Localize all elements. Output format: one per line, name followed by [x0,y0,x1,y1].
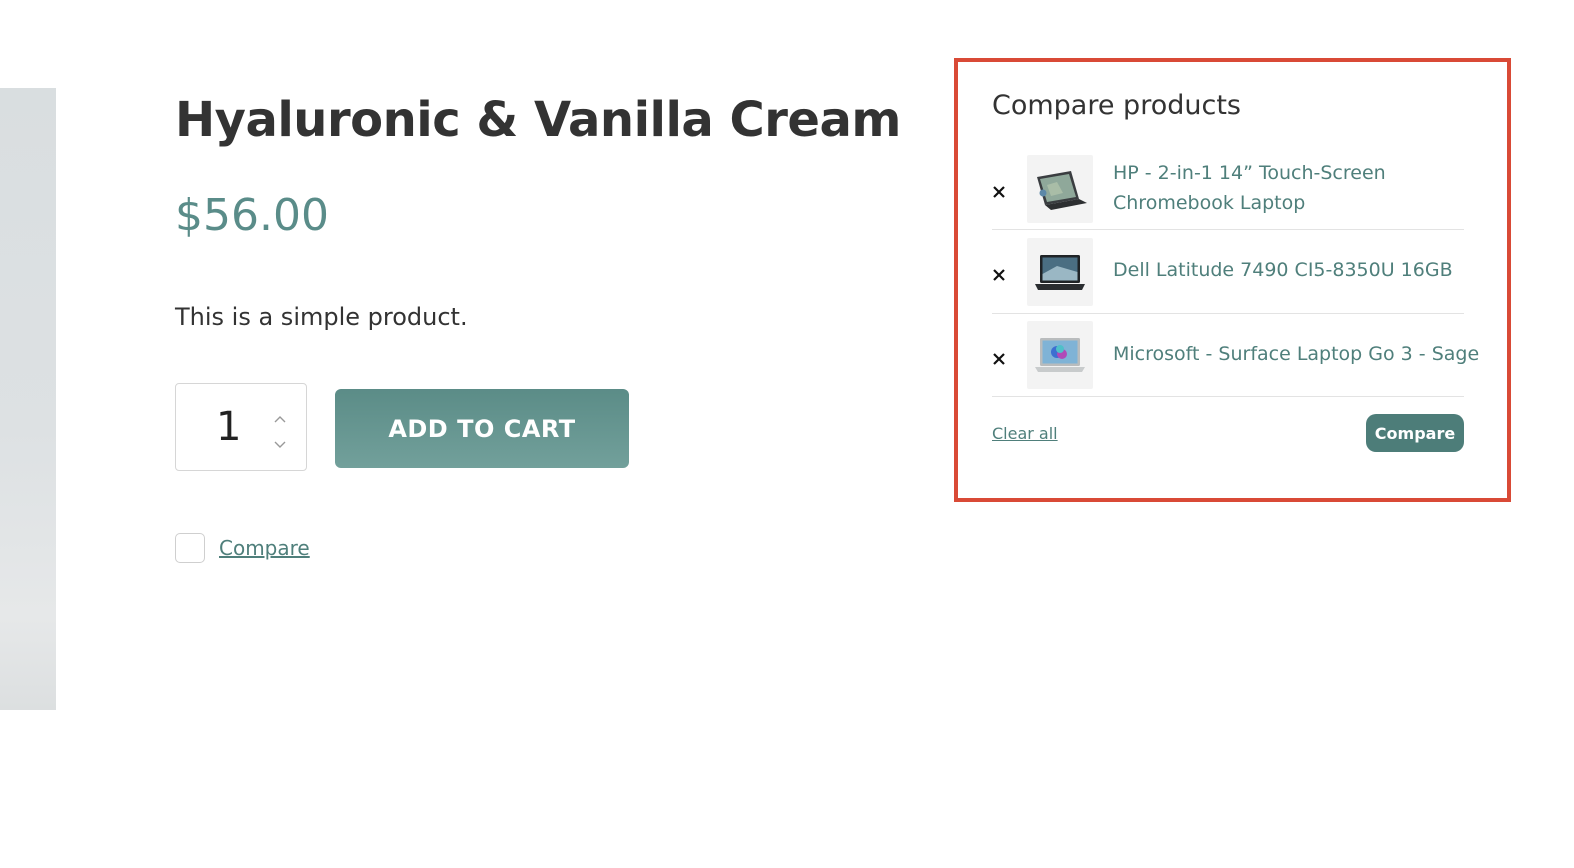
chevron-down-icon[interactable] [273,435,287,448]
panel-title: Compare products [992,90,1241,121]
laptop-icon[interactable] [1027,321,1093,389]
add-to-cart-button[interactable]: ADD TO CART [335,389,629,468]
compare-products-panel: Compare products HP - 2-in-1 14” Touch-S… [954,58,1511,502]
clear-all-link[interactable]: Clear all [992,424,1058,443]
quantity-input[interactable]: 1 [216,404,241,450]
compare-checkbox[interactable] [175,533,205,563]
compare-item-name[interactable]: HP - 2-in-1 14” Touch-Screen Chromebook … [1113,158,1443,218]
close-icon[interactable] [992,351,1006,365]
product-image [0,88,56,710]
close-icon[interactable] [992,184,1006,198]
compare-list-item: Microsoft - Surface Laptop Go 3 - Sage [992,314,1479,397]
compare-item-name[interactable]: Microsoft - Surface Laptop Go 3 - Sage [1113,339,1479,369]
compare-toggle[interactable]: Compare [175,533,310,563]
laptop-icon[interactable] [1027,238,1093,306]
compare-item-name[interactable]: Dell Latitude 7490 CI5-8350U 16GB [1113,255,1453,285]
quantity-stepper[interactable]: 1 [175,383,307,471]
product-description: This is a simple product. [175,303,468,331]
product-title: Hyaluronic & Vanilla Cream [175,92,901,148]
compare-list-item: HP - 2-in-1 14” Touch-Screen Chromebook … [992,150,1464,230]
chevron-up-icon[interactable] [273,409,287,423]
compare-list-item: Dell Latitude 7490 CI5-8350U 16GB [992,230,1464,314]
product-price: $56.00 [175,190,329,241]
compare-link[interactable]: Compare [219,536,310,560]
close-icon[interactable] [992,267,1006,281]
laptop-2in1-icon[interactable] [1027,155,1093,223]
compare-button[interactable]: Compare [1366,414,1464,452]
